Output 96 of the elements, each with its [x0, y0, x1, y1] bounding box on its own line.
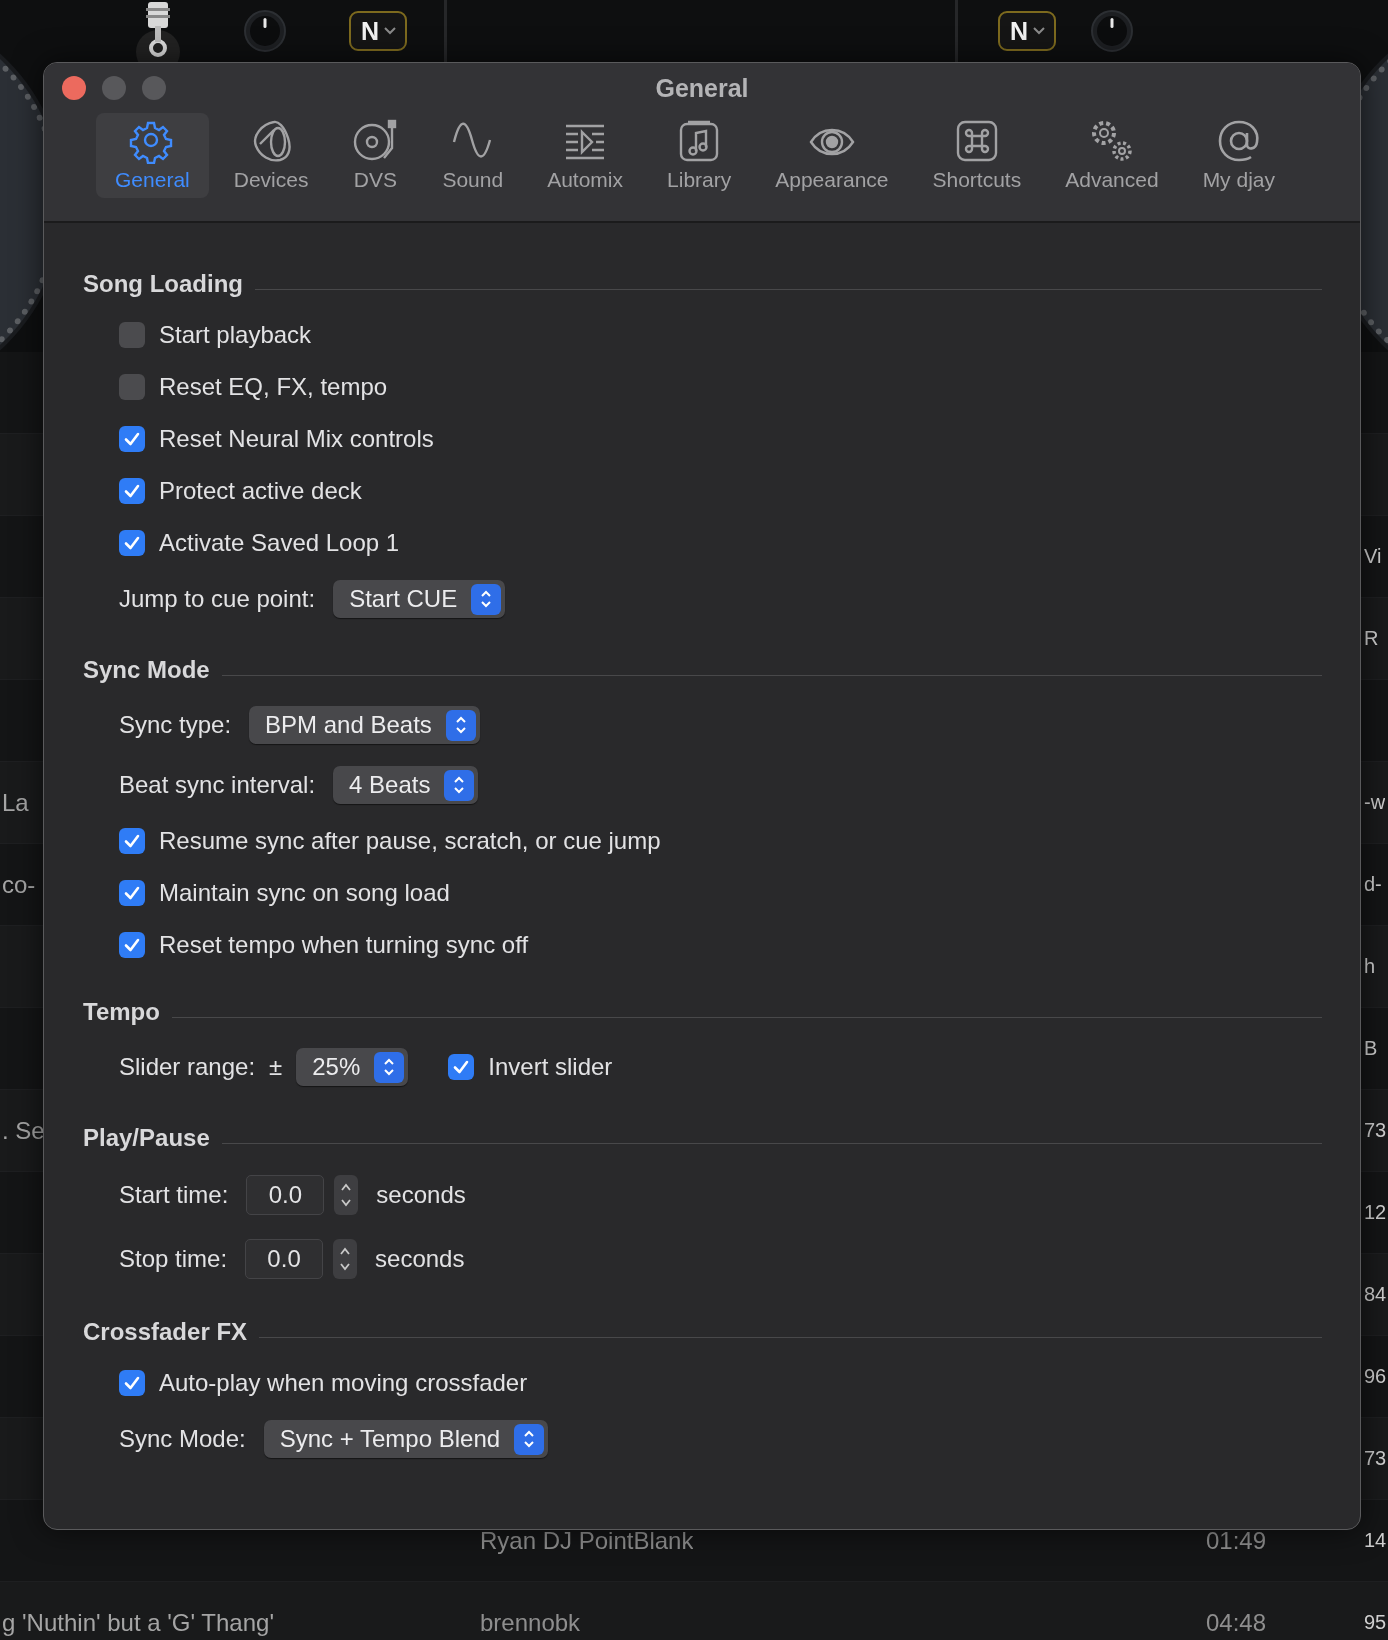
track-list-cell-text: co- [1, 870, 36, 899]
unit-label: seconds [376, 1181, 466, 1209]
toolbar-tab[interactable]: Automix [528, 113, 643, 198]
track-list-cell: h [1364, 955, 1376, 978]
dropdown[interactable]: Sync + Tempo Blend [263, 1420, 549, 1458]
section-heading: Play/Pause [83, 1124, 210, 1152]
knob-icon [243, 9, 287, 53]
checkbox-label: Start playback [159, 321, 312, 349]
checkbox-label: Resume sync after pause, scratch, or cue jump [159, 827, 661, 855]
deck-mode-selector[interactable]: N [998, 11, 1057, 51]
checkmark-icon [123, 430, 141, 448]
dropdown[interactable]: 4 Beats [333, 766, 479, 804]
toolbar-tab[interactable]: Devices [214, 113, 328, 198]
checkbox-label: Reset tempo when turning sync off [159, 931, 529, 959]
close-button[interactable] [62, 76, 86, 100]
number-field[interactable]: 0.0 [246, 1175, 325, 1215]
chevron-icon [453, 714, 468, 736]
chevron-icon [479, 588, 494, 610]
track-list-cell: brennobk [480, 1608, 581, 1637]
checkbox[interactable] [119, 530, 145, 556]
checkbox[interactable] [119, 880, 145, 906]
chevron-icon [452, 774, 467, 796]
track-list-cell: Ryan DJ PointBlank [480, 1526, 694, 1555]
toolbar-tab[interactable]: General [96, 113, 209, 198]
checkbox-label: Activate Saved Loop 1 [159, 529, 400, 557]
field-label: Beat sync interval: [119, 771, 316, 799]
toolbar-tab[interactable]: Advanced [1046, 113, 1178, 198]
dropdown[interactable]: Start CUE [333, 580, 506, 618]
stepper-control[interactable] [334, 1175, 359, 1215]
checkbox-label: Invert slider [488, 1053, 613, 1081]
field-label: Stop time: [119, 1245, 228, 1273]
track-list-cell-text: . Se [1, 1116, 45, 1145]
toolbar-tab[interactable]: Appearance [756, 113, 908, 198]
checkmark-icon [123, 884, 141, 902]
field-label: Sync type: [119, 711, 232, 739]
plus-minus-sign: ± [269, 1053, 283, 1081]
checkbox[interactable] [119, 322, 145, 348]
track-list-cell: d- [1364, 873, 1382, 896]
field-label: Sync Mode: [119, 1425, 246, 1453]
checkbox[interactable] [119, 374, 145, 400]
number-field[interactable]: 0.0 [245, 1239, 324, 1279]
section-heading: Tempo [83, 998, 160, 1026]
track-list-cell: 95 [1364, 1611, 1387, 1634]
unit-label: seconds [375, 1245, 465, 1273]
deck-mode-selector[interactable]: N [349, 11, 408, 51]
track-list-cell-text: g 'Nuthin' but a 'G' Thang' [1, 1608, 274, 1637]
chevron-icon [522, 1428, 537, 1450]
track-list-cell: -w [1364, 791, 1386, 814]
track-list-cell: 96 [1364, 1365, 1387, 1388]
section-heading: Song Loading [83, 270, 243, 298]
caret-icon [383, 26, 398, 36]
track-list-cell: 73 [1364, 1447, 1387, 1470]
toolbar-tab[interactable]: DVS [333, 113, 418, 198]
checkbox[interactable] [119, 478, 145, 504]
field-label: Start time: [119, 1181, 229, 1209]
checkmark-icon [123, 1374, 141, 1392]
checkbox-label: Reset EQ, FX, tempo [159, 373, 388, 401]
toolbar-tab[interactable]: My djay [1183, 113, 1294, 198]
checkbox[interactable] [448, 1054, 475, 1080]
checkbox-label: Protect active deck [159, 477, 362, 505]
checkbox[interactable] [119, 828, 145, 854]
track-list-cell: 01:49 [1206, 1526, 1267, 1555]
checkmark-icon [452, 1058, 471, 1076]
checkbox-label: Auto-play when moving crossfader [159, 1369, 528, 1397]
track-list-cell: R [1364, 627, 1379, 650]
dropdown[interactable]: 25% [296, 1048, 409, 1086]
track-list-cell: 84 [1364, 1283, 1387, 1306]
checkbox[interactable] [119, 426, 145, 452]
knob-icon [1090, 9, 1135, 53]
checkmark-icon [123, 936, 141, 954]
section-heading: Crossfader FX [83, 1318, 248, 1346]
checkmark-icon [123, 832, 141, 850]
toolbar-tab[interactable]: Sound [423, 113, 523, 198]
track-list-cell: Vi [1364, 545, 1382, 568]
checkmark-icon [123, 482, 141, 500]
field-label: Slider range: [119, 1053, 256, 1081]
chevron-icon [382, 1056, 397, 1078]
field-label: Jump to cue point: [119, 585, 316, 613]
section-heading: Sync Mode [83, 656, 210, 684]
track-list-cell: 04:48 [1206, 1608, 1267, 1637]
stepper-control[interactable] [333, 1239, 358, 1279]
track-list-cell: B [1364, 1037, 1378, 1060]
checkbox[interactable] [119, 1370, 145, 1396]
checkmark-icon [123, 534, 141, 552]
checkbox[interactable] [119, 932, 145, 958]
caret-icon [1032, 26, 1047, 36]
window-title: General [654, 73, 750, 103]
track-list-cell: 12 [1364, 1201, 1387, 1224]
track-list-cell: 73 [1364, 1119, 1387, 1142]
checkbox-label: Reset Neural Mix controls [159, 425, 434, 453]
track-list-cell-text: La [1, 788, 29, 817]
track-list-cell: 14 [1364, 1529, 1387, 1552]
toolbar-tab[interactable]: Shortcuts [913, 113, 1041, 198]
dropdown[interactable]: BPM and Beats [249, 706, 480, 744]
checkbox-label: Maintain sync on song load [159, 879, 450, 907]
toolbar-tab[interactable]: Library [648, 113, 751, 198]
